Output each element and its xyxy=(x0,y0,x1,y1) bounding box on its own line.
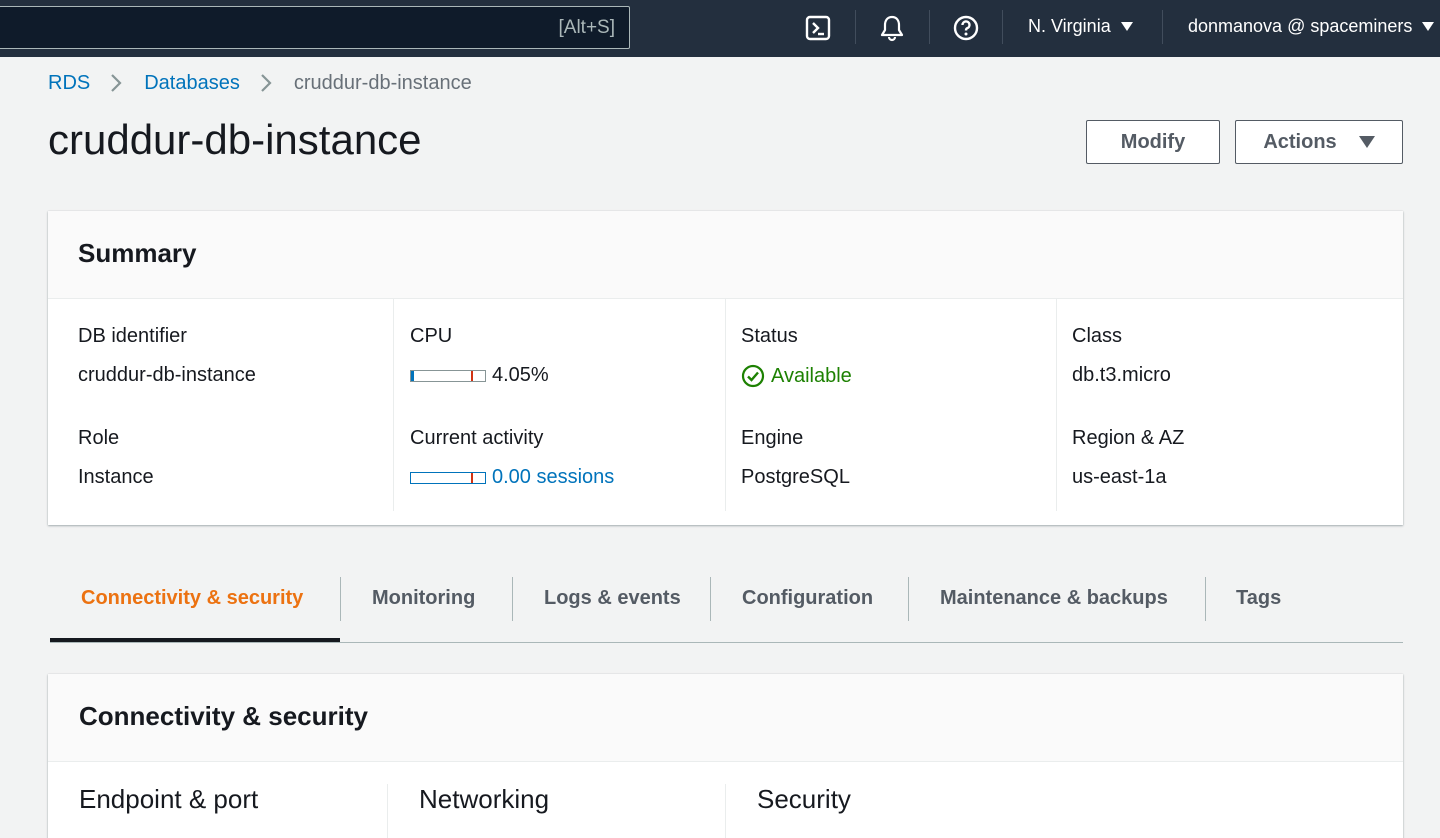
db-identifier-value: cruddur-db-instance xyxy=(78,364,256,386)
status-text: Available xyxy=(771,364,852,387)
cpu-percent: 4.05% xyxy=(492,364,549,386)
connectivity-sections: Endpoint & port Networking Security xyxy=(48,762,1403,838)
modify-button-label: Modify xyxy=(1120,130,1186,153)
summary-card: Summary DB identifier cruddur-db-instanc… xyxy=(48,211,1403,525)
breadcrumb-current: cruddur-db-instance xyxy=(293,71,472,94)
region-az-label: Region & AZ xyxy=(1072,427,1185,449)
tab-label: Connectivity & security xyxy=(81,587,304,609)
caret-down-icon xyxy=(1422,22,1435,31)
caret-down-icon xyxy=(1120,22,1133,31)
chevron-right-icon xyxy=(260,73,272,93)
chevron-right-icon xyxy=(110,73,122,93)
tab-label: Maintenance & backups xyxy=(940,587,1168,609)
actions-button-label: Actions xyxy=(1263,130,1337,153)
class-label: Class xyxy=(1072,325,1123,347)
search-shortcut-hint: [Alt+S] xyxy=(558,17,616,38)
summary-header: Summary xyxy=(48,211,1403,299)
cloudshell-icon[interactable] xyxy=(801,11,835,45)
db-identifier-label: DB identifier xyxy=(78,325,187,347)
connectivity-header: Connectivity & security xyxy=(48,674,1403,762)
tab-configuration[interactable]: Configuration xyxy=(742,577,873,642)
region-label: N. Virginia xyxy=(1028,16,1111,36)
tab-maintenance-backups[interactable]: Maintenance & backups xyxy=(940,577,1168,642)
page-title: cruddur-db-instance xyxy=(48,116,422,163)
role-value: Instance xyxy=(78,466,154,488)
tab-monitoring[interactable]: Monitoring xyxy=(372,577,475,642)
help-icon[interactable] xyxy=(949,11,983,45)
region-selector[interactable]: N. Virginia xyxy=(1028,16,1133,37)
security-heading: Security xyxy=(725,784,1063,838)
nav-divider xyxy=(929,10,930,44)
status-label: Status xyxy=(741,325,798,347)
nav-divider xyxy=(855,10,856,44)
role-label: Role xyxy=(78,427,120,449)
region-az-value: us-east-1a xyxy=(1072,466,1167,488)
tab-label: Logs & events xyxy=(544,587,681,609)
bell-icon[interactable] xyxy=(875,11,909,45)
account-label: donmanova @ spaceminers xyxy=(1188,16,1413,36)
current-activity-value[interactable]: 0.00 sessions xyxy=(410,466,614,489)
tab-label: Monitoring xyxy=(372,587,476,609)
cpu-value: 4.05% xyxy=(410,364,549,387)
modify-button[interactable]: Modify xyxy=(1086,120,1220,164)
endpoint-port-heading: Endpoint & port xyxy=(79,784,259,814)
cpu-meter xyxy=(410,369,486,382)
detail-tabs: Connectivity & security Monitoring Logs … xyxy=(50,577,1403,643)
summary-column-class: Class db.t3.micro Region & AZ us-east-1a xyxy=(1056,299,1387,511)
class-value: db.t3.micro xyxy=(1072,364,1171,386)
networking-heading: Networking xyxy=(387,784,725,838)
top-navigation: [Alt+S] N. Virginia donmanova @ spacemin… xyxy=(0,0,1440,57)
tab-divider xyxy=(1205,577,1206,621)
tab-divider xyxy=(710,577,711,621)
connectivity-security-card: Connectivity & security Endpoint & port … xyxy=(48,674,1403,838)
tab-tags[interactable]: Tags xyxy=(1236,577,1281,642)
cpu-meter-threshold xyxy=(471,370,473,381)
connectivity-title: Connectivity & security xyxy=(79,701,368,731)
summary-grid: DB identifier cruddur-db-instance Role I… xyxy=(48,299,1403,525)
active-tab-indicator xyxy=(50,638,340,642)
cpu-meter-fill xyxy=(411,370,414,381)
breadcrumb: RDS Databases cruddur-db-instance xyxy=(48,70,472,96)
summary-column-status: Status Available Engine PostgreSQL xyxy=(725,299,1056,511)
summary-column-identity: DB identifier cruddur-db-instance Role I… xyxy=(48,299,379,511)
tab-divider xyxy=(512,577,513,621)
summary-title: Summary xyxy=(78,238,197,268)
check-circle-icon xyxy=(741,364,765,388)
actions-button[interactable]: Actions xyxy=(1235,120,1403,164)
tab-divider xyxy=(908,577,909,621)
nav-divider xyxy=(1002,10,1003,44)
summary-column-usage: CPU 4.05% Current activity 0.00 sessions xyxy=(393,299,724,511)
nav-divider xyxy=(1162,10,1163,44)
tab-label: Tags xyxy=(1236,587,1282,609)
current-activity-link[interactable]: 0.00 sessions xyxy=(492,466,614,489)
breadcrumb-databases[interactable]: Databases xyxy=(144,72,240,95)
caret-down-icon xyxy=(1358,136,1375,148)
breadcrumb-rds[interactable]: RDS xyxy=(48,72,90,95)
activity-meter xyxy=(410,471,486,484)
engine-value: PostgreSQL xyxy=(741,466,850,488)
search-input[interactable]: [Alt+S] xyxy=(0,6,630,49)
tab-logs-events[interactable]: Logs & events xyxy=(544,577,681,642)
status-value: Available xyxy=(741,364,852,388)
cpu-label: CPU xyxy=(410,325,453,347)
current-activity-label: Current activity xyxy=(410,427,544,449)
tab-connectivity-security[interactable]: Connectivity & security xyxy=(81,577,303,642)
activity-meter-threshold xyxy=(471,472,473,483)
account-menu[interactable]: donmanova @ spaceminers xyxy=(1188,16,1435,37)
tab-label: Configuration xyxy=(742,587,874,609)
tab-divider xyxy=(340,577,341,621)
engine-label: Engine xyxy=(741,427,804,449)
